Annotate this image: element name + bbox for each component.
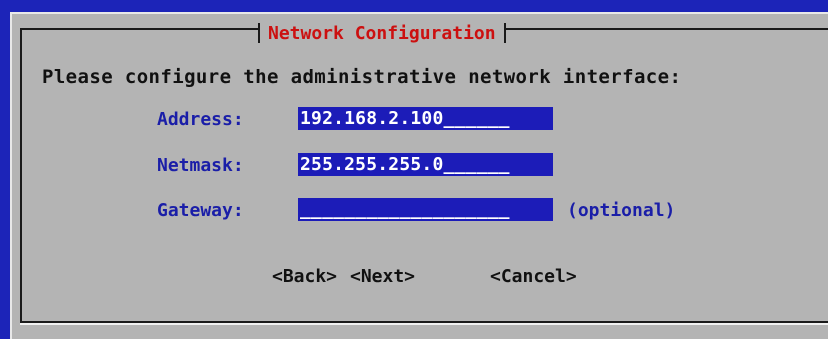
dialog-prompt: Please configure the administrative netw… bbox=[42, 66, 682, 88]
address-label: Address: bbox=[157, 109, 244, 130]
cancel-button[interactable]: <Cancel> bbox=[490, 266, 577, 287]
netmask-label: Netmask: bbox=[157, 155, 244, 176]
next-button[interactable]: <Next> bbox=[350, 266, 415, 287]
address-input[interactable]: 192.168.2.100______ bbox=[298, 107, 553, 130]
network-config-dialog: Network Configuration Please configure t… bbox=[10, 12, 828, 339]
dialog-title: Network Configuration bbox=[268, 22, 496, 44]
gateway-optional-note: (optional) bbox=[567, 200, 676, 221]
gateway-label: Gateway: bbox=[157, 200, 244, 221]
dialog-bottom-edge bbox=[20, 323, 828, 325]
gateway-input[interactable]: ___________________ bbox=[298, 198, 553, 221]
back-button[interactable]: <Back> bbox=[272, 266, 337, 287]
netmask-input[interactable]: 255.255.255.0______ bbox=[298, 153, 553, 176]
dialog-title-box: Network Configuration bbox=[258, 18, 506, 48]
